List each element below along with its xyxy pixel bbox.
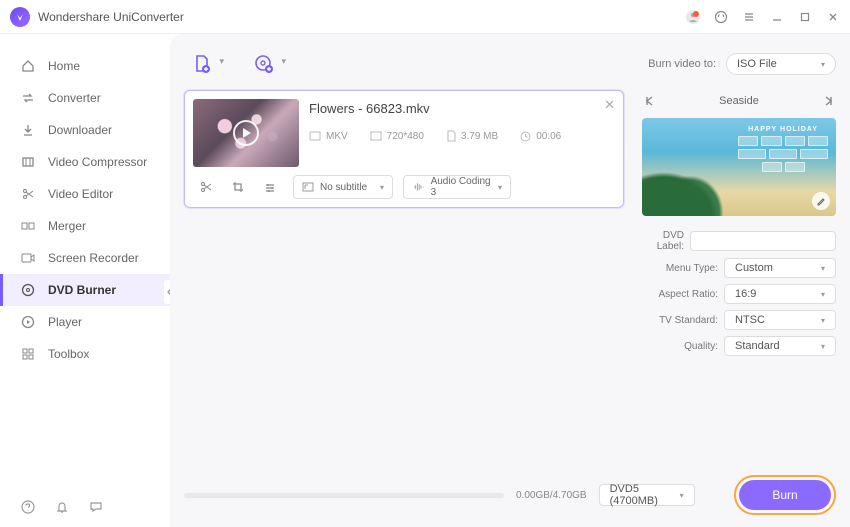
effects-button[interactable] [263, 180, 277, 194]
sidebar-item-editor[interactable]: Video Editor [0, 178, 170, 210]
chevron-down-icon: ▾ [821, 60, 825, 69]
sidebar-item-label: Video Compressor [48, 155, 147, 169]
disc-icon [20, 282, 36, 298]
app-logo-wrap: Wondershare UniConverter [10, 7, 184, 27]
play-overlay-icon [233, 120, 259, 146]
resolution-meta: 720*480 [370, 131, 424, 142]
help-icon[interactable] [20, 499, 36, 515]
sidebar-item-label: DVD Burner [48, 283, 116, 297]
burn-highlight: Burn [734, 475, 836, 515]
capacity-text: 0.00GB/4.70GB [516, 490, 587, 501]
sidebar: Home Converter Downloader Video Compress… [0, 34, 170, 527]
burn-to-label: Burn video to: [648, 58, 716, 70]
remove-file-button[interactable]: ✕ [604, 97, 615, 113]
menu-type-select[interactable]: Custom▾ [724, 258, 836, 278]
subtitle-select[interactable]: No subtitle ▾ [293, 175, 393, 199]
sidebar-item-downloader[interactable]: Downloader [0, 114, 170, 146]
template-next-button[interactable] [820, 93, 836, 109]
burn-settings: DVD Label: Menu Type: Custom▾ Aspect Rat… [642, 230, 836, 356]
aspect-ratio-label: Aspect Ratio: [642, 289, 718, 300]
template-preview: HAPPY HOLIDAY [642, 118, 836, 216]
account-avatar[interactable] [686, 10, 700, 24]
sidebar-item-label: Merger [48, 219, 86, 233]
video-thumbnail[interactable] [193, 99, 299, 167]
burn-to-select[interactable]: ISO File ▾ [726, 53, 836, 75]
app-title: Wondershare UniConverter [38, 10, 184, 24]
add-file-button[interactable]: ▾ [188, 50, 216, 78]
tv-standard-label: TV Standard: [642, 315, 718, 326]
converter-icon [20, 90, 36, 106]
burn-button[interactable]: Burn [739, 480, 831, 510]
capacity-bar [184, 493, 504, 498]
compress-icon [20, 154, 36, 170]
close-icon[interactable] [826, 10, 840, 24]
template-banner-title: HAPPY HOLIDAY [738, 126, 828, 133]
sidebar-item-label: Toolbox [48, 347, 89, 361]
scissors-icon [20, 186, 36, 202]
play-icon [20, 314, 36, 330]
maximize-icon[interactable] [798, 10, 812, 24]
notification-icon[interactable] [54, 499, 70, 515]
sidebar-item-converter[interactable]: Converter [0, 82, 170, 114]
dvd-label-label: DVD Label: [642, 230, 684, 252]
record-icon [20, 250, 36, 266]
format-meta: MKV [309, 131, 348, 142]
file-card: ✕ Flowers - 66823.mkv MKV [184, 90, 624, 208]
trim-button[interactable] [199, 180, 213, 194]
merge-icon [20, 218, 36, 234]
audio-select[interactable]: Audio Coding 3 ▾ [403, 175, 511, 199]
sidebar-item-label: Player [48, 315, 82, 329]
support-icon[interactable] [714, 10, 728, 24]
aspect-ratio-select[interactable]: 16:9▾ [724, 284, 836, 304]
toolbox-icon [20, 346, 36, 362]
dvd-label-input[interactable] [690, 231, 836, 251]
load-dvd-button[interactable]: ▾ [250, 50, 278, 78]
quality-select[interactable]: Standard▾ [724, 336, 836, 356]
sidebar-item-label: Video Editor [48, 187, 113, 201]
file-name: Flowers - 66823.mkv [309, 101, 615, 116]
size-meta: 3.79 MB [446, 130, 498, 142]
toolbar: ▾ ▾ Burn video to: ISO File ▾ [184, 46, 836, 82]
menu-icon[interactable] [742, 10, 756, 24]
template-name: Seaside [719, 95, 759, 107]
quality-label: Quality: [642, 341, 718, 352]
sidebar-item-home[interactable]: Home [0, 50, 170, 82]
template-prev-button[interactable] [642, 93, 658, 109]
duration-meta: 00:06 [520, 131, 561, 142]
sidebar-item-player[interactable]: Player [0, 306, 170, 338]
chevron-down-icon: ▾ [380, 183, 384, 192]
feedback-icon[interactable] [88, 499, 104, 515]
sidebar-item-label: Screen Recorder [48, 251, 139, 265]
app-logo-icon [10, 7, 30, 27]
edit-template-button[interactable] [812, 192, 830, 210]
sidebar-item-label: Downloader [48, 123, 112, 137]
sidebar-item-label: Home [48, 59, 80, 73]
titlebar: Wondershare UniConverter [0, 0, 850, 34]
minimize-icon[interactable] [770, 10, 784, 24]
content-area: ▾ ▾ Burn video to: ISO File ▾ ✕ [170, 34, 850, 527]
tv-standard-select[interactable]: NTSC▾ [724, 310, 836, 330]
footer: 0.00GB/4.70GB DVD5 (4700MB)▾ Burn [184, 473, 836, 527]
sidebar-item-toolbox[interactable]: Toolbox [0, 338, 170, 370]
sidebar-item-label: Converter [48, 91, 101, 105]
disc-type-select[interactable]: DVD5 (4700MB)▾ [599, 484, 695, 506]
home-icon [20, 58, 36, 74]
sidebar-item-dvd-burner[interactable]: DVD Burner [0, 274, 170, 306]
sidebar-item-compressor[interactable]: Video Compressor [0, 146, 170, 178]
template-nav: Seaside [642, 90, 836, 112]
sidebar-item-merger[interactable]: Merger [0, 210, 170, 242]
chevron-down-icon: ▾ [219, 56, 224, 67]
download-icon [20, 122, 36, 138]
chevron-down-icon: ▾ [498, 183, 502, 192]
chevron-down-icon: ▾ [281, 56, 286, 67]
menu-type-label: Menu Type: [642, 263, 718, 274]
crop-button[interactable] [231, 180, 245, 194]
sidebar-item-recorder[interactable]: Screen Recorder [0, 242, 170, 274]
